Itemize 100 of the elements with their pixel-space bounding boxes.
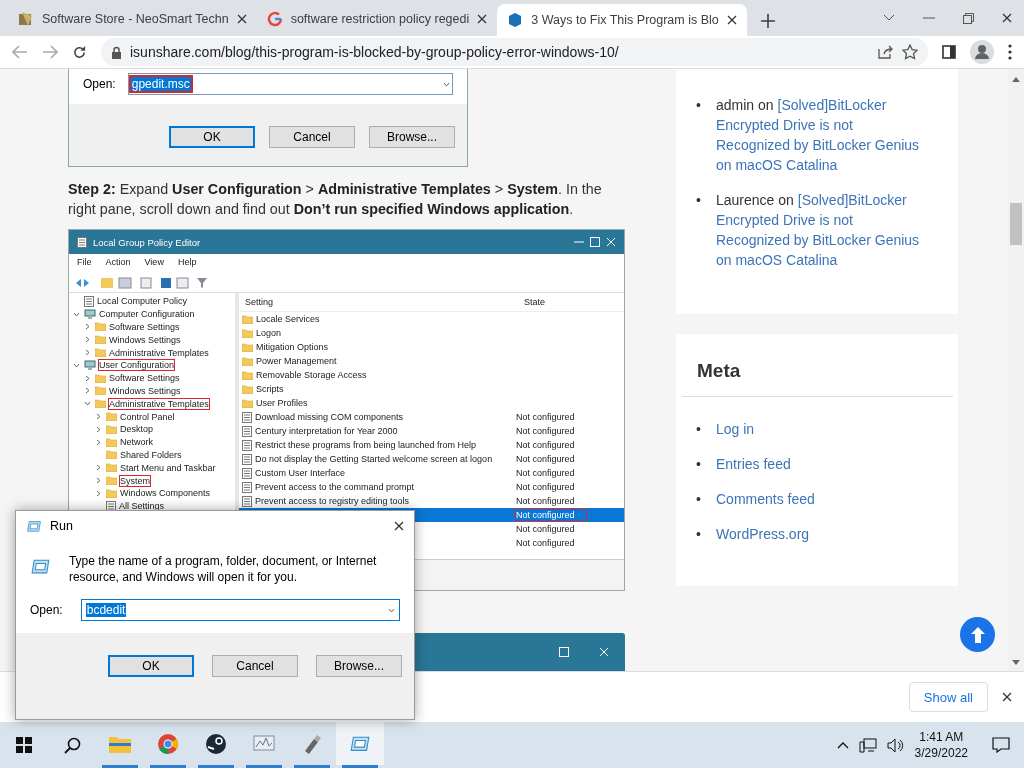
chevron-down-icon[interactable] [388, 606, 395, 614]
tree-item[interactable]: System [120, 475, 150, 486]
setting-state: Not configured [516, 412, 575, 422]
setting-name: Removable Storage Access [256, 370, 367, 380]
network-icon[interactable] [858, 737, 877, 753]
notification-icon[interactable] [992, 737, 1010, 753]
chevron-right-icon[interactable] [95, 413, 102, 421]
search-icon[interactable] [63, 736, 81, 754]
chevron-right-icon[interactable] [95, 489, 102, 497]
meta-link[interactable]: Entries feed [716, 454, 791, 474]
chevron-right-icon[interactable] [95, 425, 102, 433]
folder-icon [95, 373, 106, 383]
close-tab-icon[interactable] [477, 14, 488, 24]
setting-name: Mitigation Options [256, 342, 329, 352]
command-text: bcdedit [85, 603, 127, 617]
dialog-button[interactable]: Browse... [316, 655, 402, 677]
chevron-right-icon[interactable] [95, 477, 102, 485]
lock-icon [111, 45, 122, 59]
address-bar[interactable]: isunshare.com/blog/this-program-is-blocked-by-group-policy-error-windows-10/ [101, 38, 928, 66]
close-tab-icon[interactable] [726, 15, 737, 25]
tree-item[interactable]: Computer Configuration [99, 309, 195, 320]
meta-link[interactable]: WordPress.org [716, 524, 810, 544]
tree-item[interactable]: Local Computer Policy [97, 296, 188, 307]
setting-name: User Profiles [256, 398, 308, 408]
share-icon[interactable] [878, 45, 894, 59]
tree-item[interactable]: Shared Folders [120, 449, 182, 460]
dialog-button[interactable]: OK [169, 126, 255, 148]
tree-item[interactable]: Software Settings [109, 322, 180, 332]
browser-tab[interactable]: Software Store - NeoSmart Techn [8, 4, 257, 34]
meta-link[interactable]: Comments feed [716, 489, 815, 509]
dialog-button[interactable]: Cancel [212, 655, 298, 677]
g-logo-icon [266, 11, 283, 27]
menu-icon[interactable] [1008, 44, 1012, 60]
tree-item[interactable]: Desktop [120, 424, 154, 435]
close-icon [606, 237, 616, 247]
close-icon[interactable] [1002, 692, 1012, 702]
setting-name: Scripts [256, 384, 284, 394]
chevron-right-icon[interactable] [84, 323, 91, 331]
tree-item[interactable]: All Settings [119, 501, 165, 512]
clock-time[interactable]: 1:41 AM [919, 729, 964, 745]
folder-icon [242, 370, 253, 380]
dialog-button[interactable]: OK [108, 655, 194, 677]
browser-tab[interactable]: 3 Ways to Fix This Program is Blo [497, 4, 747, 36]
tree-item[interactable]: Network [120, 437, 153, 448]
open-field[interactable]: bcdedit [80, 599, 400, 621]
side-panel-icon[interactable] [942, 45, 956, 59]
chevron-up-icon[interactable] [836, 741, 849, 749]
tree-item[interactable]: Start Menu and Taskbar [120, 462, 216, 473]
setting-state: Not configured [516, 496, 575, 506]
open-label: Open: [83, 77, 116, 91]
chevron-right-icon[interactable] [84, 349, 91, 357]
bullet: • [696, 96, 702, 115]
clock-date[interactable]: 3/29/2022 [914, 745, 968, 761]
scrollbar[interactable] [1008, 69, 1024, 671]
tree-item[interactable]: Software Settings [109, 373, 180, 384]
dialog-button[interactable]: Cancel [269, 126, 355, 148]
volume-icon[interactable] [886, 737, 905, 753]
show-all-button[interactable]: Show all [908, 682, 988, 712]
chevron-right-icon[interactable] [95, 464, 102, 472]
chevron-down-icon[interactable] [73, 310, 80, 318]
step-instruction: Step 2: Expand User Configuration > Administrative Templates > System. In the right pane, scroll down and find out Don’t run specified Windows application. [68, 180, 603, 219]
folder-icon [242, 314, 253, 324]
computer-icon [84, 360, 96, 371]
folder-icon [109, 734, 131, 753]
start-icon[interactable] [16, 737, 32, 753]
folder-icon [242, 384, 253, 394]
tree-item[interactable]: Windows Settings [109, 334, 181, 345]
chevron-down-icon[interactable] [73, 361, 80, 369]
scroll-up-icon[interactable] [1012, 77, 1020, 82]
tree-item[interactable]: Windows Components [120, 488, 211, 499]
chevron-right-icon[interactable] [84, 336, 91, 344]
scroll-to-top-button[interactable] [960, 617, 995, 652]
browser-tab[interactable]: software restriction policy regedi [256, 4, 498, 34]
dialog-button[interactable]: Browse... [369, 126, 455, 148]
meta-link[interactable]: Log in [716, 419, 755, 439]
close-icon[interactable] [394, 521, 404, 531]
setting-name: Restrict these programs from being launched from Help [255, 440, 477, 450]
tree-item[interactable]: Windows Settings [109, 385, 181, 396]
policy-setting-icon [242, 453, 252, 465]
close-icon[interactable] [1002, 13, 1012, 23]
chevron-right-icon[interactable] [84, 387, 91, 395]
scrollbar-thumb[interactable] [1010, 203, 1022, 245]
tree-item[interactable]: Control Panel [120, 411, 175, 422]
profile-avatar-icon[interactable] [970, 40, 994, 64]
chevron-right-icon[interactable] [95, 438, 102, 446]
close-tab-icon[interactable] [236, 14, 247, 24]
new-tab-icon[interactable] [760, 14, 775, 28]
chevron-down-icon[interactable] [84, 400, 91, 408]
tree-item[interactable]: Administrative Templates [109, 347, 209, 358]
tree-item[interactable]: User Configuration [99, 360, 175, 371]
policy-setting-icon [242, 481, 252, 493]
star-icon[interactable] [902, 44, 918, 60]
reload-icon[interactable] [72, 44, 87, 60]
scroll-down-icon[interactable] [1012, 660, 1020, 665]
restore-icon[interactable] [963, 12, 974, 24]
chevron-down-icon[interactable] [883, 14, 895, 22]
chevron-right-icon[interactable] [84, 374, 91, 382]
setting-state: Not configured [516, 538, 575, 548]
tree-item[interactable]: Administrative Templates [109, 398, 209, 409]
shield-icon [507, 12, 524, 28]
